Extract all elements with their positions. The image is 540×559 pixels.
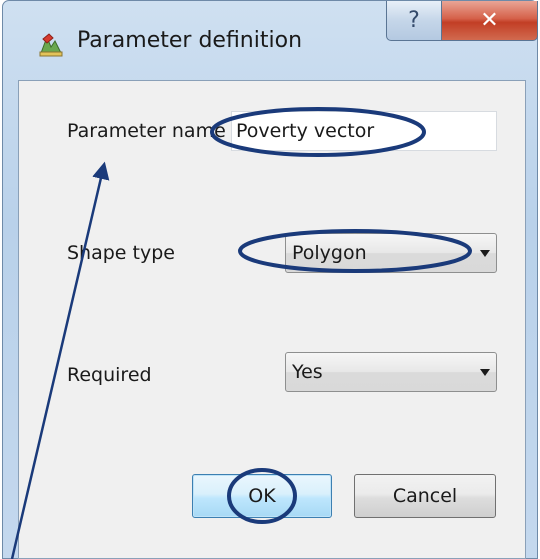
close-icon: ✕ <box>480 8 499 33</box>
shape-type-select[interactable]: Polygon <box>285 233 497 273</box>
required-value: Yes <box>292 361 323 383</box>
question-mark-icon: ? <box>408 8 420 33</box>
required-label: Required <box>67 364 152 386</box>
chevron-down-icon <box>480 250 490 257</box>
screenshot: Parameter definition ? ✕ Parameter name … <box>0 0 540 559</box>
ok-button[interactable]: OK <box>192 474 332 518</box>
required-select[interactable]: Yes <box>285 352 497 392</box>
ok-button-label: OK <box>248 485 276 507</box>
parameter-name-input[interactable] <box>231 111 497 151</box>
close-button[interactable]: ✕ <box>442 1 538 41</box>
help-button[interactable]: ? <box>386 1 442 41</box>
shape-type-label: Shape type <box>67 242 175 264</box>
shape-type-value: Polygon <box>292 242 367 264</box>
title-bar[interactable]: Parameter definition ? ✕ <box>3 1 538 81</box>
cancel-button-label: Cancel <box>392 485 458 507</box>
parameter-name-label: Parameter name <box>67 120 226 142</box>
chevron-down-icon <box>480 369 490 376</box>
window-title: Parameter definition <box>77 28 303 53</box>
app-icon <box>39 33 63 57</box>
cancel-button[interactable]: Cancel <box>354 474 496 518</box>
caption-buttons: ? ✕ <box>386 1 538 41</box>
